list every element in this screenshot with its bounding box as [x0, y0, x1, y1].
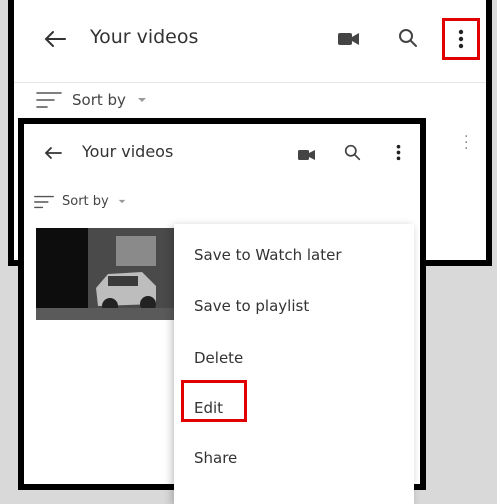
sort-by-control[interactable]: Sort by	[34, 194, 127, 209]
sort-icon	[36, 92, 62, 108]
item-more-icon[interactable]: · · ·	[464, 130, 468, 156]
page-title: Your videos	[90, 26, 199, 48]
sort-by-control[interactable]: Sort by	[36, 91, 148, 109]
search-icon[interactable]	[398, 28, 418, 48]
menu-item-save-to-playlist[interactable]: Save to playlist	[194, 297, 309, 315]
back-arrow-icon[interactable]	[44, 146, 62, 160]
sort-icon	[34, 195, 54, 208]
video-camera-icon[interactable]	[298, 149, 316, 161]
more-vertical-icon[interactable]	[396, 144, 401, 161]
bottom-screenshot-panel: Your videos Sort by Save to Watch later …	[18, 118, 426, 504]
page-title: Your videos	[82, 142, 174, 161]
dropdown-arrow-icon	[118, 199, 126, 204]
dropdown-arrow-icon	[137, 98, 146, 102]
sort-by-label: Sort by	[62, 194, 109, 209]
more-options-highlight	[442, 18, 480, 60]
edit-highlight	[181, 380, 247, 422]
car-photo-image	[36, 228, 176, 320]
context-menu: Save to Watch later Save to playlist Del…	[174, 224, 414, 504]
video-camera-icon[interactable]	[338, 32, 360, 46]
menu-item-share[interactable]: Share	[194, 449, 237, 467]
sort-by-label: Sort by	[72, 91, 126, 109]
menu-item-save-to-watch-later[interactable]: Save to Watch later	[194, 246, 342, 264]
menu-item-delete[interactable]: Delete	[194, 349, 243, 367]
video-thumbnail[interactable]	[36, 228, 176, 320]
search-icon[interactable]	[344, 144, 361, 161]
back-arrow-icon[interactable]	[44, 30, 66, 48]
